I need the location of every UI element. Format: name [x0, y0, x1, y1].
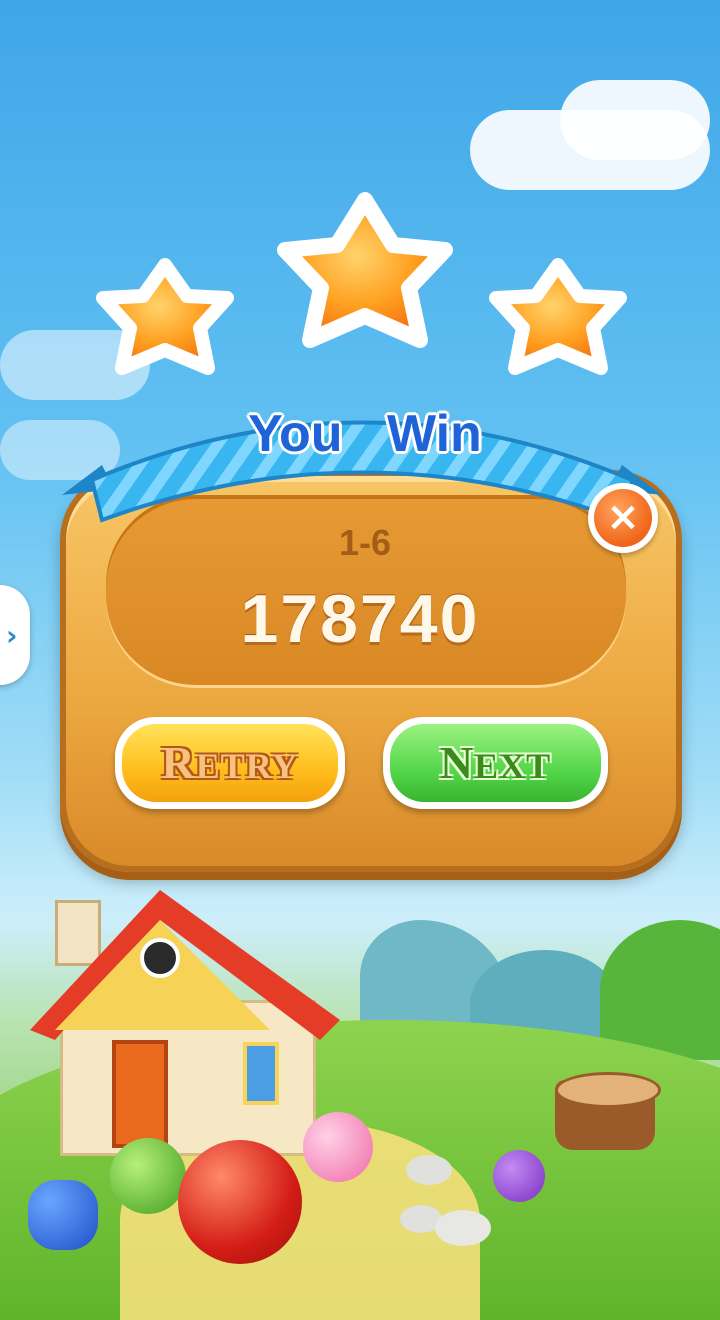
stone	[406, 1155, 452, 1185]
score-value: 178740	[240, 581, 480, 657]
fruit-pomegranate	[178, 1140, 302, 1264]
star-icon	[277, 192, 453, 348]
retry-button-label: RETRY	[122, 724, 338, 802]
fruit-apple-green	[110, 1138, 186, 1214]
next-button-label: NEXT	[390, 724, 601, 802]
retry-button[interactable]: RETRY	[115, 717, 345, 809]
fruit-grapes	[28, 1180, 98, 1250]
fruit-mangosteen	[493, 1150, 545, 1202]
close-icon: ×	[594, 489, 652, 547]
chevron-right-icon: ›	[6, 619, 18, 652]
next-button[interactable]: NEXT	[383, 717, 608, 809]
side-drawer-tab[interactable]: ›	[0, 585, 30, 685]
win-title: You Win	[248, 405, 482, 463]
star-icon	[96, 258, 234, 375]
level-label: 1-6	[338, 522, 392, 563]
star-rating	[96, 192, 627, 375]
stone	[435, 1210, 491, 1246]
star-icon	[489, 258, 627, 375]
fruit-peach	[303, 1112, 373, 1182]
close-button[interactable]: ×	[588, 483, 658, 553]
